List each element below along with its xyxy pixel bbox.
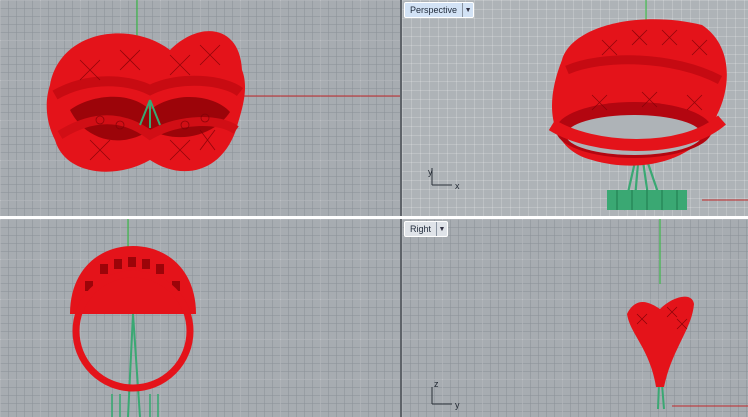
axis-indicator-perspective: y x: [428, 167, 460, 191]
axis-z-label: z: [434, 379, 439, 389]
ring-model-top-view: [46, 0, 400, 172]
ring-model-front-view: [70, 219, 196, 417]
rhino-app: y x Perspective ▼ z y Right ▼: [0, 0, 748, 417]
chevron-down-icon[interactable]: ▼: [462, 3, 473, 17]
axis-y-label: y: [455, 400, 460, 410]
axis-indicator-right: z y: [431, 379, 460, 410]
viewport-divider-horizontal[interactable]: [0, 216, 748, 219]
viewport-label-right: Right: [410, 224, 432, 234]
viewport-right[interactable]: z y Right ▼: [402, 219, 748, 417]
chevron-down-icon[interactable]: ▼: [436, 222, 447, 236]
tab-perspective[interactable]: Perspective ▼: [404, 2, 475, 18]
viewport-divider-vertical[interactable]: [400, 0, 402, 417]
viewport-top[interactable]: [0, 0, 400, 216]
axis-y-label: y: [428, 167, 433, 177]
ring-model-right-view: z y: [431, 219, 748, 410]
axis-x-label: x: [455, 181, 460, 191]
viewport-label-perspective: Perspective: [410, 5, 458, 15]
ring-model-perspective-view: y x: [428, 0, 748, 211]
viewport-perspective[interactable]: y x Perspective ▼: [402, 0, 748, 216]
viewport-front[interactable]: [0, 219, 400, 417]
tab-right[interactable]: Right ▼: [404, 221, 449, 237]
